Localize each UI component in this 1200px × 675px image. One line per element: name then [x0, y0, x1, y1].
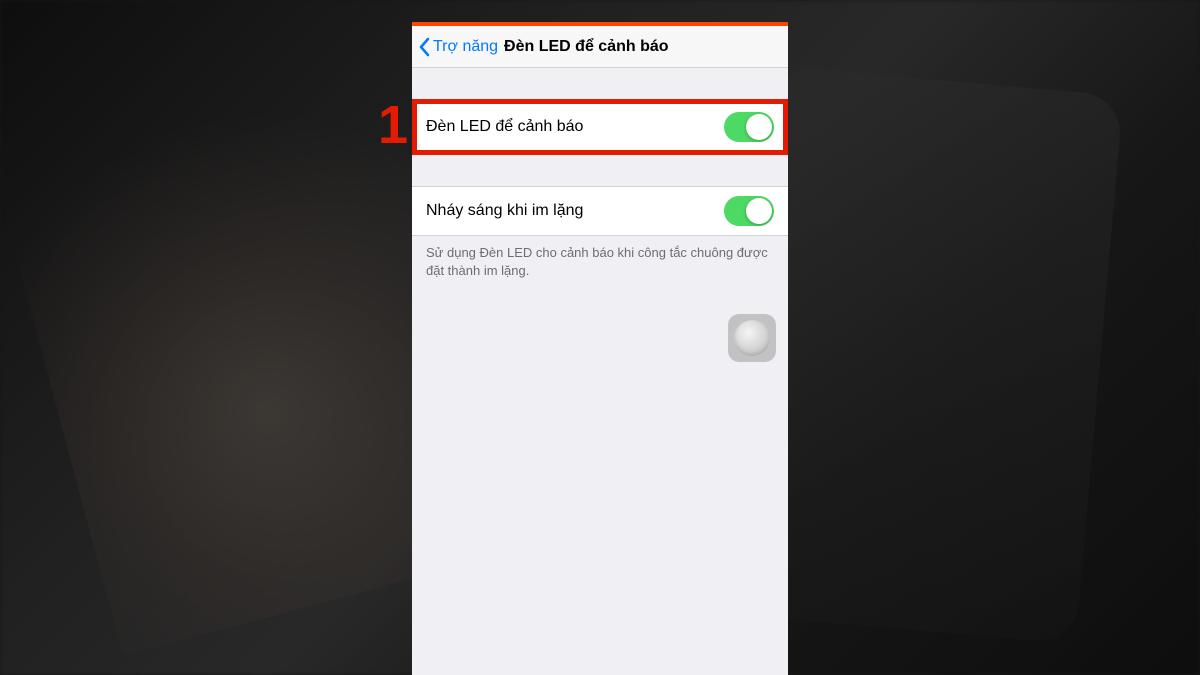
annotation-step-number: 1 — [378, 98, 408, 152]
settings-group-led: Đèn LED để cảnh báo — [412, 102, 788, 152]
back-button[interactable]: Trợ năng — [418, 37, 498, 57]
toggle-knob — [746, 198, 772, 224]
chevron-left-icon — [418, 37, 430, 57]
phone-screen: Trợ năng Đèn LED để cảnh báo Đèn LED để … — [412, 22, 788, 675]
navigation-header: Trợ năng Đèn LED để cảnh báo — [412, 26, 788, 68]
settings-row-led-alert[interactable]: Đèn LED để cảnh báo — [412, 103, 788, 151]
toggle-flash-silent[interactable] — [724, 196, 774, 226]
settings-group-silent: Nháy sáng khi im lặng — [412, 186, 788, 236]
page-title: Đèn LED để cảnh báo — [504, 38, 668, 56]
settings-row-flash-silent[interactable]: Nháy sáng khi im lặng — [412, 187, 788, 235]
assistive-touch-button[interactable] — [728, 314, 776, 362]
toggle-knob — [746, 114, 772, 140]
toggle-led-alert[interactable] — [724, 112, 774, 142]
settings-footer-text: Sử dụng Đèn LED cho cảnh báo khi công tắ… — [412, 236, 788, 288]
row-label: Đèn LED để cảnh báo — [426, 118, 583, 136]
back-label: Trợ năng — [433, 38, 498, 56]
assistive-touch-icon — [734, 320, 770, 356]
row-label: Nháy sáng khi im lặng — [426, 202, 583, 220]
